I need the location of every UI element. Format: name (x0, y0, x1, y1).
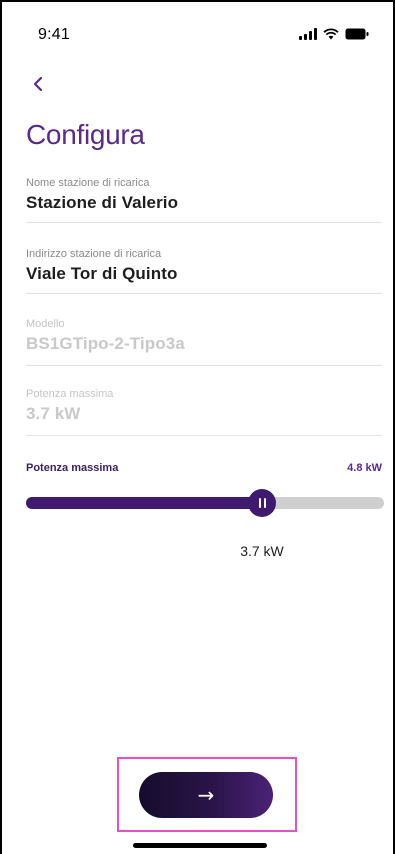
home-indicator (133, 843, 267, 848)
grip-line (258, 498, 261, 508)
grip-line (263, 498, 266, 508)
power-slider-thumb[interactable] (248, 489, 276, 517)
arrow-right-icon: → (197, 783, 215, 807)
power-slider[interactable] (26, 489, 384, 517)
phone-screen: 9:41 Configura Nome stazione di ricarica… (0, 0, 395, 854)
wifi-icon (323, 28, 339, 40)
max-power-label: Potenza massima (26, 388, 114, 400)
station-address-field[interactable]: Indirizzo stazione di ricarica Viale Tor… (26, 248, 382, 294)
model-field: Modello BS1GTipo-2-Tipo3a (26, 318, 382, 366)
status-time: 9:41 (38, 26, 70, 43)
power-slider-current-value: 3.7 kW (240, 543, 284, 559)
power-slider-max-value: 4.8 kW (347, 462, 382, 474)
station-address-value[interactable]: Viale Tor di Quinto (26, 264, 382, 284)
page-title: Configura (26, 119, 145, 150)
next-button[interactable]: → (139, 772, 273, 818)
cellular-signal-icon (299, 28, 317, 40)
power-slider-label: Potenza massima (26, 462, 119, 474)
model-value: BS1GTipo-2-Tipo3a (26, 334, 185, 353)
chevron-left-icon (33, 76, 43, 92)
power-slider-fill (26, 497, 262, 509)
max-power-value: 3.7 kW (26, 404, 81, 423)
max-power-field: Potenza massima 3.7 kW (26, 388, 382, 436)
station-address-label: Indirizzo stazione di ricarica (26, 248, 162, 260)
station-name-field[interactable]: Nome stazione di ricarica Stazione di Va… (26, 177, 382, 223)
status-icons (299, 26, 369, 42)
power-slider-header: Potenza massima 4.8 kW (26, 462, 382, 478)
station-name-label: Nome stazione di ricarica (26, 177, 150, 189)
station-name-value[interactable]: Stazione di Valerio (26, 193, 382, 213)
status-bar: 9:41 (2, 2, 393, 60)
model-label: Modello (26, 318, 65, 330)
back-button[interactable] (24, 70, 52, 98)
battery-icon (345, 28, 369, 40)
